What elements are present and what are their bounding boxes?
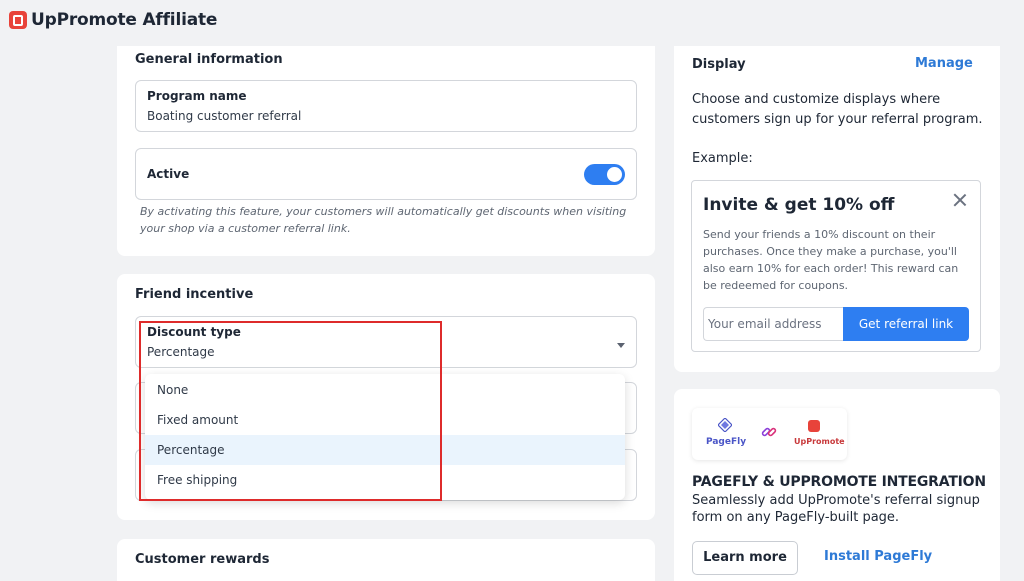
chevron-down-icon[interactable] (617, 343, 625, 348)
customer-rewards-card: Customer rewards (117, 539, 655, 581)
close-icon[interactable] (953, 193, 967, 207)
general-information-card: General information Program name Boating… (117, 46, 655, 256)
customer-rewards-title: Customer rewards (135, 552, 270, 567)
integration-description-line: Seamlessly add UpPromote's referral sign… (692, 493, 980, 508)
install-pagefly-link[interactable]: Install PageFly (824, 549, 932, 564)
active-help-text: By activating this feature, your custome… (140, 203, 626, 237)
program-name-field[interactable]: Program name Boating customer referral (135, 80, 637, 132)
help-text-line: By activating this feature, your custome… (140, 205, 627, 218)
integration-logos: PageFly UpPromote (692, 408, 847, 460)
top-bar: UpPromote Affiliate (0, 0, 1024, 46)
uppromote-label: UpPromote (794, 437, 845, 446)
preview-description: Send your friends a 10% discount on thei… (703, 226, 971, 294)
preview-description-line: also earn 10% for each order! This rewar… (703, 262, 959, 275)
active-label: Active (147, 167, 190, 181)
email-input[interactable]: Your email address (703, 307, 843, 341)
integration-description: Seamlessly add UpPromote's referral sign… (692, 492, 992, 526)
program-name-value: Boating customer referral (147, 109, 302, 123)
get-referral-link-button[interactable]: Get referral link (843, 307, 969, 341)
preview-description-line: be redeemed for coupons. (703, 279, 849, 292)
display-title: Display (692, 57, 746, 72)
uppromote-logo-icon (9, 11, 27, 29)
friend-incentive-title: Friend incentive (135, 287, 254, 302)
pagefly-logo-icon (718, 418, 732, 432)
app-title: UpPromote Affiliate (31, 10, 218, 30)
preview-description-line: purchases. Once they make a purchase, yo… (703, 245, 957, 258)
example-label: Example: (692, 151, 753, 166)
pagefly-label: PageFly (706, 437, 747, 447)
preview-description-line: Send your friends a 10% discount on thei… (703, 228, 936, 241)
display-description-line: Choose and customize displays where (692, 92, 941, 107)
display-description-line: customers sign up for your referral prog… (692, 112, 983, 127)
email-placeholder: Your email address (708, 317, 822, 331)
general-information-title: General information (135, 52, 283, 67)
display-description: Choose and customize displays where cust… (692, 90, 983, 130)
preview-title: Invite & get 10% off (703, 195, 895, 215)
manage-link[interactable]: Manage (915, 56, 973, 71)
highlight-box (139, 321, 442, 501)
active-row: Active (135, 148, 637, 200)
active-toggle[interactable] (584, 164, 625, 185)
program-name-label: Program name (147, 89, 247, 103)
help-text-line: your shop via a customer referral link. (140, 222, 351, 235)
integration-title: PAGEFLY & UPPROMOTE INTEGRATION (692, 474, 986, 490)
integration-description-line: form on any PageFly-built page. (692, 510, 900, 525)
learn-more-button[interactable]: Learn more (692, 541, 798, 575)
link-icon (761, 427, 777, 437)
toggle-knob (607, 167, 622, 182)
uppromote-small-logo-icon (808, 420, 820, 432)
referral-widget-preview: Invite & get 10% off Send your friends a… (691, 180, 981, 352)
